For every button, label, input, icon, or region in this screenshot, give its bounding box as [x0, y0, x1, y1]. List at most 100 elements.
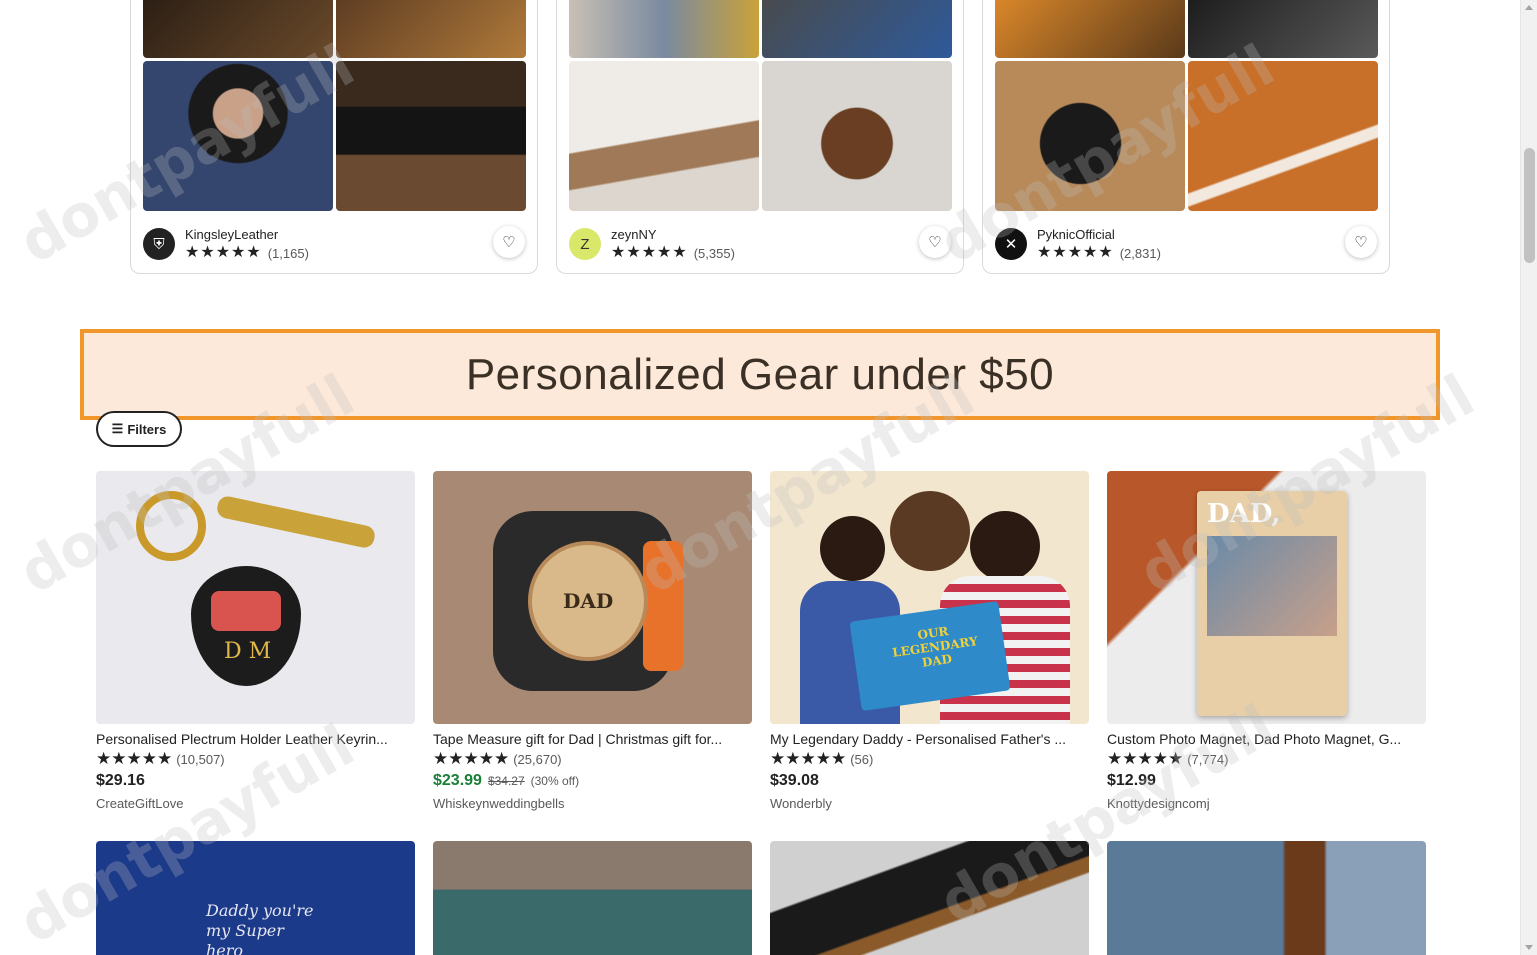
seller-name[interactable]: Knottydesigncomj: [1107, 796, 1426, 811]
shop-meta: KingsleyLeather ★★★★★ (1,165): [185, 227, 309, 261]
filters-button[interactable]: ☰ Filters: [96, 411, 182, 447]
listing-rating: ★★★★★ (25,670): [433, 749, 752, 768]
shop-card[interactable]: Z zeynNY ★★★★★ (5,355) ♡: [556, 0, 964, 274]
price: $12.99: [1107, 772, 1156, 789]
star-rating-icon: ★★★★★: [770, 749, 847, 768]
listing-rating: ★★★★★ (7,774): [1107, 749, 1426, 768]
crossed-utensils-logo-icon[interactable]: ✕: [995, 228, 1027, 260]
shop-image[interactable]: [995, 0, 1185, 58]
scrollbar-thumb[interactable]: [1524, 148, 1535, 263]
listing-image[interactable]: DAD: [433, 471, 752, 724]
shop-image[interactable]: [762, 61, 952, 211]
shop-name[interactable]: PyknicOfficial: [1037, 227, 1161, 243]
listing-image[interactable]: Daddy you're my Super hero: [96, 841, 415, 955]
shop-image[interactable]: [143, 0, 333, 58]
review-count: (1,165): [267, 245, 309, 261]
favorite-heart-icon[interactable]: ♡: [919, 226, 951, 258]
shop-name[interactable]: KingsleyLeather: [185, 227, 309, 243]
section-title: Personalized Gear under $50: [465, 349, 1055, 399]
review-count: (25,670): [513, 751, 562, 767]
page: ⛨ KingsleyLeather ★★★★★ (1,165) ♡ Z zeyn…: [0, 0, 1537, 955]
review-count: (56): [850, 751, 874, 767]
review-count: (7,774): [1187, 751, 1229, 767]
listing-grid: D M Personalised Plectrum Holder Leather…: [96, 471, 1426, 955]
listing-image[interactable]: D M: [96, 471, 415, 724]
listing-card[interactable]: [770, 841, 1089, 955]
section-heading-banner: Personalized Gear under $50: [80, 329, 1440, 420]
letter-logo-icon[interactable]: Z: [569, 228, 601, 260]
listing-card[interactable]: [433, 841, 752, 955]
sale-price: $23.99: [433, 772, 482, 789]
seller-name[interactable]: Whiskeynweddingbells: [433, 796, 752, 811]
vertical-scrollbar[interactable]: [1520, 0, 1537, 955]
listing-image[interactable]: [433, 841, 752, 955]
engraved-glass-text: Daddy you're my Super hero: [206, 901, 314, 955]
favorite-heart-icon[interactable]: ♡: [493, 226, 525, 258]
review-count: (5,355): [693, 245, 735, 261]
shop-footer: ⛨ KingsleyLeather ★★★★★ (1,165) ♡: [143, 223, 525, 265]
shop-image[interactable]: [336, 0, 526, 58]
shop-meta: zeynNY ★★★★★ (5,355): [611, 227, 735, 261]
favorite-heart-icon[interactable]: ♡: [1345, 226, 1377, 258]
shop-image[interactable]: [569, 0, 759, 58]
filter-sliders-icon: ☰: [111, 421, 124, 436]
listing-title[interactable]: My Legendary Daddy - Personalised Father…: [770, 730, 1089, 748]
seller-name[interactable]: CreateGiftLove: [96, 796, 415, 811]
shop-image[interactable]: [569, 61, 759, 211]
keyring-illustration: D M: [96, 471, 415, 724]
listing-card[interactable]: OUR LEGENDARY DAD My Legendary Daddy - P…: [770, 471, 1089, 811]
star-rating-icon: ★★★★★: [1037, 244, 1114, 261]
shop-footer: Z zeynNY ★★★★★ (5,355) ♡: [569, 223, 951, 265]
scroll-down-arrow-icon[interactable]: [1525, 945, 1533, 950]
listing-rating: ★★★★★ (10,507): [96, 749, 415, 768]
shield-logo-icon[interactable]: ⛨: [143, 228, 175, 260]
shop-footer: ✕ PyknicOfficial ★★★★★ (2,831) ♡: [995, 223, 1377, 265]
star-rating-icon: ★★★★★: [433, 749, 510, 768]
listing-card[interactable]: D M Personalised Plectrum Holder Leather…: [96, 471, 415, 811]
family-reading-illustration: OUR LEGENDARY DAD: [770, 471, 1089, 724]
listing-image[interactable]: DAD,: [1107, 471, 1426, 724]
shop-rating: ★★★★★ (1,165): [185, 245, 309, 261]
seller-name[interactable]: Wonderbly: [770, 796, 1089, 811]
review-count: (2,831): [1119, 245, 1161, 261]
shop-image[interactable]: [1188, 0, 1378, 58]
price-row: $29.16: [96, 772, 415, 790]
shop-image[interactable]: [336, 61, 526, 211]
star-rating-icon: ★★★★★: [1107, 749, 1184, 768]
original-price: $34.27: [487, 774, 525, 788]
shop-card[interactable]: ✕ PyknicOfficial ★★★★★ (2,831) ♡: [982, 0, 1390, 274]
shop-image[interactable]: [762, 0, 952, 58]
listing-title[interactable]: Custom Photo Magnet, Dad Photo Magnet, G…: [1107, 730, 1426, 748]
listing-card[interactable]: DAD Tape Measure gift for Dad | Christma…: [433, 471, 752, 811]
star-rating-icon: ★★★★★: [96, 749, 173, 768]
listing-title[interactable]: Personalised Plectrum Holder Leather Key…: [96, 730, 415, 748]
shop-name[interactable]: zeynNY: [611, 227, 735, 243]
listing-image[interactable]: [1107, 841, 1426, 955]
shop-rating: ★★★★★ (5,355): [611, 245, 735, 261]
shop-image-grid[interactable]: [995, 0, 1378, 211]
engraved-initials: D M: [224, 639, 272, 664]
shop-image[interactable]: [1188, 61, 1378, 211]
price-row: $39.08: [770, 772, 1089, 790]
listing-card[interactable]: Daddy you're my Super hero: [96, 841, 415, 955]
photo-magnet-illustration: DAD,: [1107, 471, 1426, 724]
shop-card[interactable]: ⛨ KingsleyLeather ★★★★★ (1,165) ♡: [130, 0, 538, 274]
shop-image[interactable]: [995, 61, 1185, 211]
tape-measure-illustration: DAD: [433, 471, 752, 724]
review-count: (10,507): [176, 751, 225, 767]
listing-rating: ★★★★★ (56): [770, 749, 1089, 768]
listing-image[interactable]: OUR LEGENDARY DAD: [770, 471, 1089, 724]
discount-percent: (30% off): [530, 774, 580, 788]
magnet-dad-text: DAD,: [1207, 499, 1281, 529]
listing-card[interactable]: [1107, 841, 1426, 955]
listing-title[interactable]: Tape Measure gift for Dad | Christmas gi…: [433, 730, 752, 748]
price-row: $23.99 $34.27 (30% off): [433, 772, 752, 790]
listing-image[interactable]: [770, 841, 1089, 955]
scroll-up-arrow-icon[interactable]: [1525, 5, 1533, 10]
engraved-dad-text: DAD: [563, 589, 614, 613]
shop-image[interactable]: [143, 61, 333, 211]
shop-image-grid[interactable]: [569, 0, 952, 211]
shop-image-grid[interactable]: [143, 0, 526, 211]
shop-meta: PyknicOfficial ★★★★★ (2,831): [1037, 227, 1161, 261]
listing-card[interactable]: DAD, Custom Photo Magnet, Dad Photo Magn…: [1107, 471, 1426, 811]
